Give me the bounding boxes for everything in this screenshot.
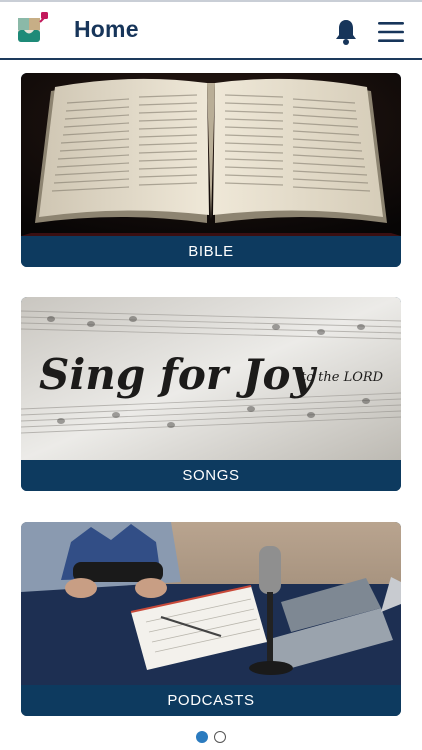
page-title: Home [74,16,139,42]
app-logo-icon[interactable] [16,10,52,46]
songs-subtitle-art: to the LORD [301,370,384,385]
podcasts-card[interactable]: PODCASTS [21,522,401,716]
songs-title-art: Sing for Joy [39,350,318,399]
notifications-bell-icon[interactable] [334,18,358,46]
app-header: Home [0,2,422,60]
bible-card[interactable]: BIBLE [21,73,401,267]
page-dot-active[interactable] [196,731,208,743]
podcasts-image [21,522,401,685]
songs-image: Sing for Joy to the LORD [21,297,401,460]
songs-card[interactable]: Sing for Joy to the LORD SONGS [21,297,401,491]
page-dot-inactive[interactable] [214,731,226,743]
songs-label: SONGS [21,460,401,491]
bible-label: BIBLE [21,236,401,267]
bible-image [21,73,401,236]
podcasts-label: PODCASTS [21,685,401,716]
hamburger-menu-icon[interactable] [378,21,404,43]
page-indicator [196,731,228,743]
